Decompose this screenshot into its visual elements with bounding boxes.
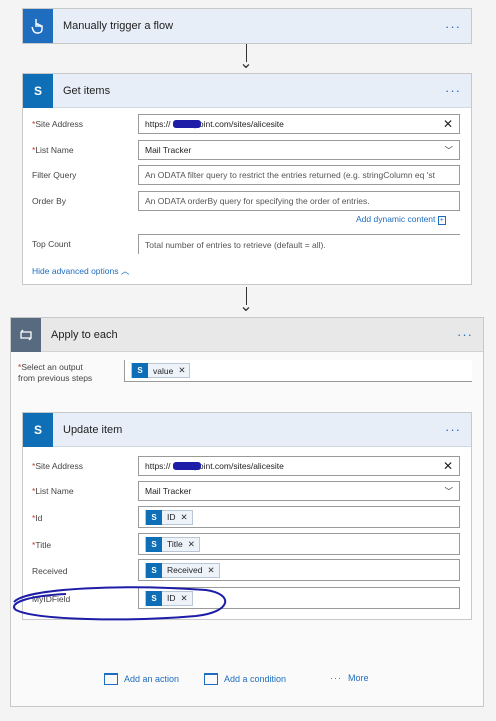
- more-button[interactable]: ··· More: [330, 673, 369, 683]
- get-items-title: Get items: [63, 84, 111, 97]
- sharepoint-icon: S: [132, 363, 148, 378]
- trigger-card[interactable]: Manually trigger a flow ···: [22, 8, 472, 44]
- remove-token-icon[interactable]: ✕: [181, 512, 188, 523]
- clear-icon[interactable]: ✕: [443, 459, 453, 473]
- add-action-icon: [104, 673, 118, 685]
- sharepoint-icon: S: [146, 509, 162, 525]
- site-address-label: *Site Address: [32, 461, 84, 471]
- order-by-input[interactable]: An ODATA orderBy query for specifying th…: [138, 191, 460, 211]
- site-address-label: *Site Address: [32, 119, 84, 129]
- list-name-select[interactable]: Mail Tracker ﹀: [138, 140, 460, 160]
- value-token[interactable]: Svalue ✕: [131, 363, 191, 378]
- remove-token-icon[interactable]: ✕: [207, 565, 214, 576]
- add-condition-icon: [204, 673, 218, 685]
- title-token[interactable]: S Title ✕: [145, 536, 200, 552]
- update-item-title: Update item: [63, 423, 123, 436]
- arrow-down-icon: ⌄: [236, 287, 256, 316]
- sharepoint-icon: S: [23, 73, 53, 108]
- apply-to-each-more-button[interactable]: ···: [457, 327, 473, 342]
- sharepoint-icon: S: [23, 412, 53, 447]
- received-token[interactable]: S Received ✕: [145, 562, 220, 578]
- add-condition-button[interactable]: Add a condition: [204, 673, 286, 685]
- clear-icon[interactable]: ✕: [443, 117, 453, 131]
- id-field[interactable]: S ID ✕: [138, 506, 460, 528]
- chevron-down-icon: ﹀: [444, 486, 453, 496]
- remove-token-icon[interactable]: ✕: [188, 539, 195, 550]
- filter-query-input[interactable]: An ODATA filter query to restrict the en…: [138, 165, 460, 185]
- apply-to-each-title: Apply to each: [51, 328, 118, 341]
- filter-query-label: Filter Query: [32, 170, 77, 180]
- select-output-label: *Select an output from previous steps: [18, 362, 93, 383]
- arrow-down-icon: ⌄: [236, 44, 256, 73]
- loop-icon: [11, 317, 41, 352]
- redaction-scribble: [173, 120, 201, 128]
- hand-icon: [23, 9, 53, 43]
- redaction-scribble: [173, 462, 201, 470]
- sharepoint-icon: S: [146, 562, 162, 578]
- chevron-down-icon: ﹀: [444, 145, 453, 155]
- top-count-input[interactable]: Total number of entries to retrieve (def…: [138, 234, 460, 254]
- remove-token-icon[interactable]: ✕: [178, 365, 185, 376]
- select-output-field[interactable]: Svalue ✕: [124, 360, 472, 382]
- order-by-label: Order By: [32, 196, 67, 206]
- annotation-circle: [13, 586, 226, 621]
- title-field[interactable]: S Title ✕: [138, 533, 460, 555]
- list-name-select[interactable]: Mail Tracker ﹀: [138, 481, 460, 501]
- list-name-label: *List Name: [32, 145, 74, 155]
- title-label: *Title: [32, 540, 52, 550]
- add-dynamic-content-link[interactable]: Add dynamic content +: [356, 214, 446, 225]
- top-count-label: Top Count: [32, 239, 71, 249]
- trigger-title: Manually trigger a flow: [63, 20, 174, 32]
- hide-advanced-options-link[interactable]: Hide advanced options ︿: [32, 265, 129, 277]
- received-label: Received: [32, 566, 68, 576]
- id-label: *Id: [32, 513, 43, 523]
- trigger-more-button[interactable]: ···: [445, 19, 461, 34]
- list-name-label: *List Name: [32, 486, 74, 496]
- id-token[interactable]: S ID ✕: [145, 509, 193, 525]
- received-field[interactable]: S Received ✕: [138, 559, 460, 581]
- more-icon: ···: [330, 673, 342, 683]
- add-action-button[interactable]: Add an action: [104, 673, 179, 685]
- update-item-more-button[interactable]: ···: [445, 422, 461, 437]
- sharepoint-icon: S: [146, 536, 162, 552]
- get-items-more-button[interactable]: ···: [445, 83, 461, 98]
